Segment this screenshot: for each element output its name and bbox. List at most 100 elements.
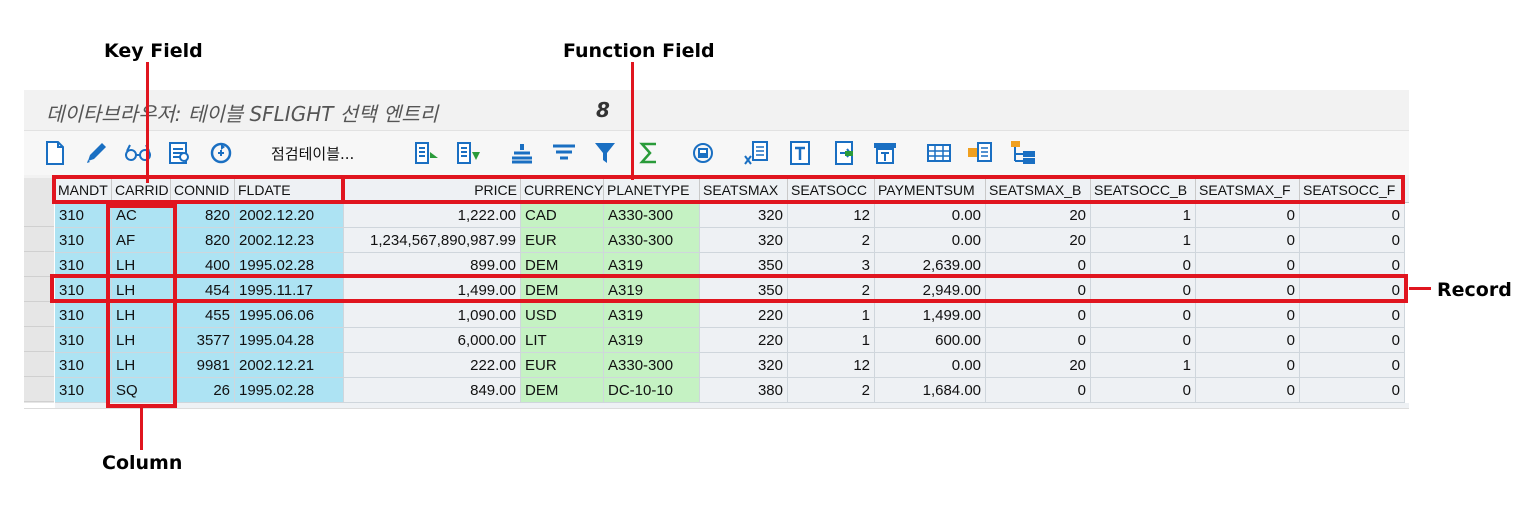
table-row[interactable]: 310 SQ 26 1995.02.28 849.00 DEM DC-10-10 380 2 1,… bbox=[55, 378, 1409, 403]
print-icon[interactable] bbox=[689, 139, 717, 167]
cell-connid[interactable]: 820 bbox=[171, 228, 235, 253]
cell-mandt[interactable]: 310 bbox=[55, 378, 112, 403]
filter-set-icon[interactable] bbox=[508, 139, 536, 167]
cell-paymentsum[interactable]: 0.00 bbox=[875, 353, 986, 378]
row-selector[interactable] bbox=[24, 303, 54, 327]
cell-fldate[interactable]: 2002.12.20 bbox=[235, 203, 344, 228]
cell-planetype[interactable]: A319 bbox=[604, 328, 700, 353]
local-file-icon[interactable] bbox=[832, 139, 860, 167]
cell-seatsocc[interactable]: 2 bbox=[788, 378, 875, 403]
cell-mandt[interactable]: 310 bbox=[55, 353, 112, 378]
cell-seatsocc-f[interactable]: 0 bbox=[1300, 353, 1405, 378]
cell-price[interactable]: 1,090.00 bbox=[344, 303, 521, 328]
cell-seatsocc-b[interactable]: 1 bbox=[1091, 353, 1196, 378]
cell-mandt[interactable]: 310 bbox=[55, 303, 112, 328]
cell-seatsmax-b[interactable]: 0 bbox=[986, 303, 1091, 328]
cell-fldate[interactable]: 2002.12.21 bbox=[235, 353, 344, 378]
row-selector[interactable] bbox=[24, 203, 54, 227]
edit-icon[interactable] bbox=[82, 139, 110, 167]
cell-paymentsum[interactable]: 0.00 bbox=[875, 228, 986, 253]
cell-connid[interactable]: 455 bbox=[171, 303, 235, 328]
cell-currency[interactable]: EUR bbox=[521, 228, 604, 253]
check-table-button[interactable]: 점검테이블... bbox=[271, 143, 354, 164]
cell-currency[interactable]: USD bbox=[521, 303, 604, 328]
filter-icon[interactable] bbox=[550, 139, 578, 167]
cell-price[interactable]: 1,234,567,890,987.99 bbox=[344, 228, 521, 253]
cell-connid[interactable]: 26 bbox=[171, 378, 235, 403]
text-export-icon[interactable] bbox=[786, 139, 814, 167]
cell-connid[interactable]: 9981 bbox=[171, 353, 235, 378]
cell-seatsocc[interactable]: 1 bbox=[788, 328, 875, 353]
cell-planetype[interactable]: DC-10-10 bbox=[604, 378, 700, 403]
funnel-icon[interactable] bbox=[591, 139, 619, 167]
cell-seatsmax-f[interactable]: 0 bbox=[1196, 203, 1300, 228]
cell-connid[interactable]: 3577 bbox=[171, 328, 235, 353]
cell-seatsocc-f[interactable]: 0 bbox=[1300, 378, 1405, 403]
row-selector[interactable] bbox=[24, 378, 54, 402]
cell-planetype[interactable]: A330-300 bbox=[604, 203, 700, 228]
cell-seatsocc-f[interactable]: 0 bbox=[1300, 303, 1405, 328]
cell-paymentsum[interactable]: 600.00 bbox=[875, 328, 986, 353]
cell-seatsocc-b[interactable]: 0 bbox=[1091, 328, 1196, 353]
cell-seatsmax[interactable]: 320 bbox=[700, 203, 788, 228]
refresh-icon[interactable] bbox=[207, 139, 235, 167]
cell-seatsocc-f[interactable]: 0 bbox=[1300, 328, 1405, 353]
cell-seatsmax-f[interactable]: 0 bbox=[1196, 228, 1300, 253]
table-row[interactable]: 310 LH 9981 2002.12.21 222.00 EUR A330-300 320 1… bbox=[55, 353, 1409, 378]
table-row[interactable]: 310 AC 820 2002.12.20 1,222.00 CAD A330-300 320… bbox=[55, 203, 1409, 228]
cell-planetype[interactable]: A330-300 bbox=[604, 353, 700, 378]
cell-seatsmax-b[interactable]: 20 bbox=[986, 228, 1091, 253]
cell-fldate[interactable]: 1995.06.06 bbox=[235, 303, 344, 328]
cell-seatsmax-f[interactable]: 0 bbox=[1196, 328, 1300, 353]
cell-seatsocc[interactable]: 12 bbox=[788, 203, 875, 228]
config-icon[interactable] bbox=[966, 139, 994, 167]
cell-planetype[interactable]: A330-300 bbox=[604, 228, 700, 253]
cell-mandt[interactable]: 310 bbox=[55, 328, 112, 353]
cell-seatsocc-b[interactable]: 0 bbox=[1091, 303, 1196, 328]
cell-seatsmax-f[interactable]: 0 bbox=[1196, 353, 1300, 378]
row-selector[interactable] bbox=[24, 353, 54, 377]
hierarchy-icon[interactable] bbox=[1009, 139, 1037, 167]
cell-seatsocc-f[interactable]: 0 bbox=[1300, 228, 1405, 253]
cell-seatsmax[interactable]: 220 bbox=[700, 328, 788, 353]
cell-seatsocc-b[interactable]: 1 bbox=[1091, 228, 1196, 253]
cell-price[interactable]: 849.00 bbox=[344, 378, 521, 403]
cell-mandt[interactable]: 310 bbox=[55, 228, 112, 253]
cell-planetype[interactable]: A319 bbox=[604, 303, 700, 328]
cell-currency[interactable]: LIT bbox=[521, 328, 604, 353]
table-row[interactable]: 310 AF 820 2002.12.23 1,234,567,890,987.99 EU… bbox=[55, 228, 1409, 253]
sort-desc-icon[interactable] bbox=[454, 139, 482, 167]
cell-seatsocc[interactable]: 2 bbox=[788, 228, 875, 253]
excel-export-icon[interactable] bbox=[743, 139, 771, 167]
cell-fldate[interactable]: 1995.02.28 bbox=[235, 378, 344, 403]
cell-currency[interactable]: DEM bbox=[521, 378, 604, 403]
detail-icon[interactable] bbox=[165, 139, 193, 167]
cell-seatsmax-f[interactable]: 0 bbox=[1196, 303, 1300, 328]
cell-seatsmax-b[interactable]: 0 bbox=[986, 378, 1091, 403]
sort-asc-icon[interactable] bbox=[412, 139, 440, 167]
cell-seatsmax-f[interactable]: 0 bbox=[1196, 378, 1300, 403]
cell-fldate[interactable]: 2002.12.23 bbox=[235, 228, 344, 253]
cell-seatsmax-b[interactable]: 20 bbox=[986, 203, 1091, 228]
cell-seatsmax-b[interactable]: 0 bbox=[986, 328, 1091, 353]
cell-seatsmax-b[interactable]: 20 bbox=[986, 353, 1091, 378]
cell-paymentsum[interactable]: 1,499.00 bbox=[875, 303, 986, 328]
cell-seatsmax[interactable]: 220 bbox=[700, 303, 788, 328]
table-icon[interactable] bbox=[925, 139, 953, 167]
new-icon[interactable] bbox=[41, 139, 69, 167]
cell-seatsmax[interactable]: 320 bbox=[700, 228, 788, 253]
cell-currency[interactable]: EUR bbox=[521, 353, 604, 378]
cell-mandt[interactable]: 310 bbox=[55, 203, 112, 228]
cell-connid[interactable]: 820 bbox=[171, 203, 235, 228]
cell-seatsocc-b[interactable]: 1 bbox=[1091, 203, 1196, 228]
layout-icon[interactable] bbox=[871, 139, 899, 167]
cell-price[interactable]: 222.00 bbox=[344, 353, 521, 378]
table-row[interactable]: 310 LH 3577 1995.04.28 6,000.00 LIT A319 220 1 60… bbox=[55, 328, 1409, 353]
cell-paymentsum[interactable]: 1,684.00 bbox=[875, 378, 986, 403]
cell-currency[interactable]: CAD bbox=[521, 203, 604, 228]
cell-fldate[interactable]: 1995.04.28 bbox=[235, 328, 344, 353]
cell-seatsocc-b[interactable]: 0 bbox=[1091, 378, 1196, 403]
cell-seatsocc-f[interactable]: 0 bbox=[1300, 203, 1405, 228]
cell-seatsmax[interactable]: 380 bbox=[700, 378, 788, 403]
row-selector[interactable] bbox=[24, 228, 54, 252]
